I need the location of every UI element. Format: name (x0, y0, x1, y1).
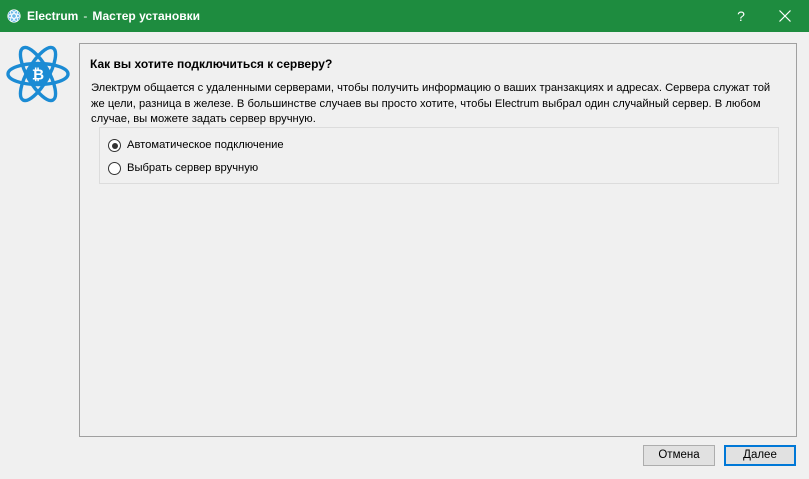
radio-label-manual[interactable]: Выбрать сервер вручную (127, 162, 258, 174)
radio-button-checked[interactable] (108, 139, 121, 152)
window-title: Electrum - Мастер установки (27, 9, 200, 23)
electrum-icon (7, 9, 21, 23)
radio-label-auto[interactable]: Автоматическое подключение (127, 139, 284, 151)
wizard-content: Как вы хотите подключиться к серверу? Эл… (79, 43, 797, 437)
title-bar: Electrum - Мастер установки ? (0, 0, 809, 32)
next-button[interactable]: Далее (724, 445, 796, 466)
help-button[interactable]: ? (722, 0, 760, 32)
title-separator: - (83, 9, 88, 23)
question-heading: Как вы хотите подключиться к серверу? (90, 57, 333, 71)
svg-text:₿: ₿ (32, 66, 44, 84)
close-icon (779, 10, 791, 22)
electrum-logo-icon: ₿ (6, 45, 70, 103)
connection-options: Автоматическое подключение Выбрать серве… (99, 127, 779, 184)
close-button[interactable] (761, 0, 809, 32)
cancel-button[interactable]: Отмена (643, 445, 715, 466)
dialog-title: Мастер установки (92, 9, 201, 23)
app-name: Electrum (27, 9, 79, 23)
description-text: Электрум общается с удаленными серверами… (91, 82, 771, 125)
radio-button-unchecked[interactable] (108, 162, 121, 175)
